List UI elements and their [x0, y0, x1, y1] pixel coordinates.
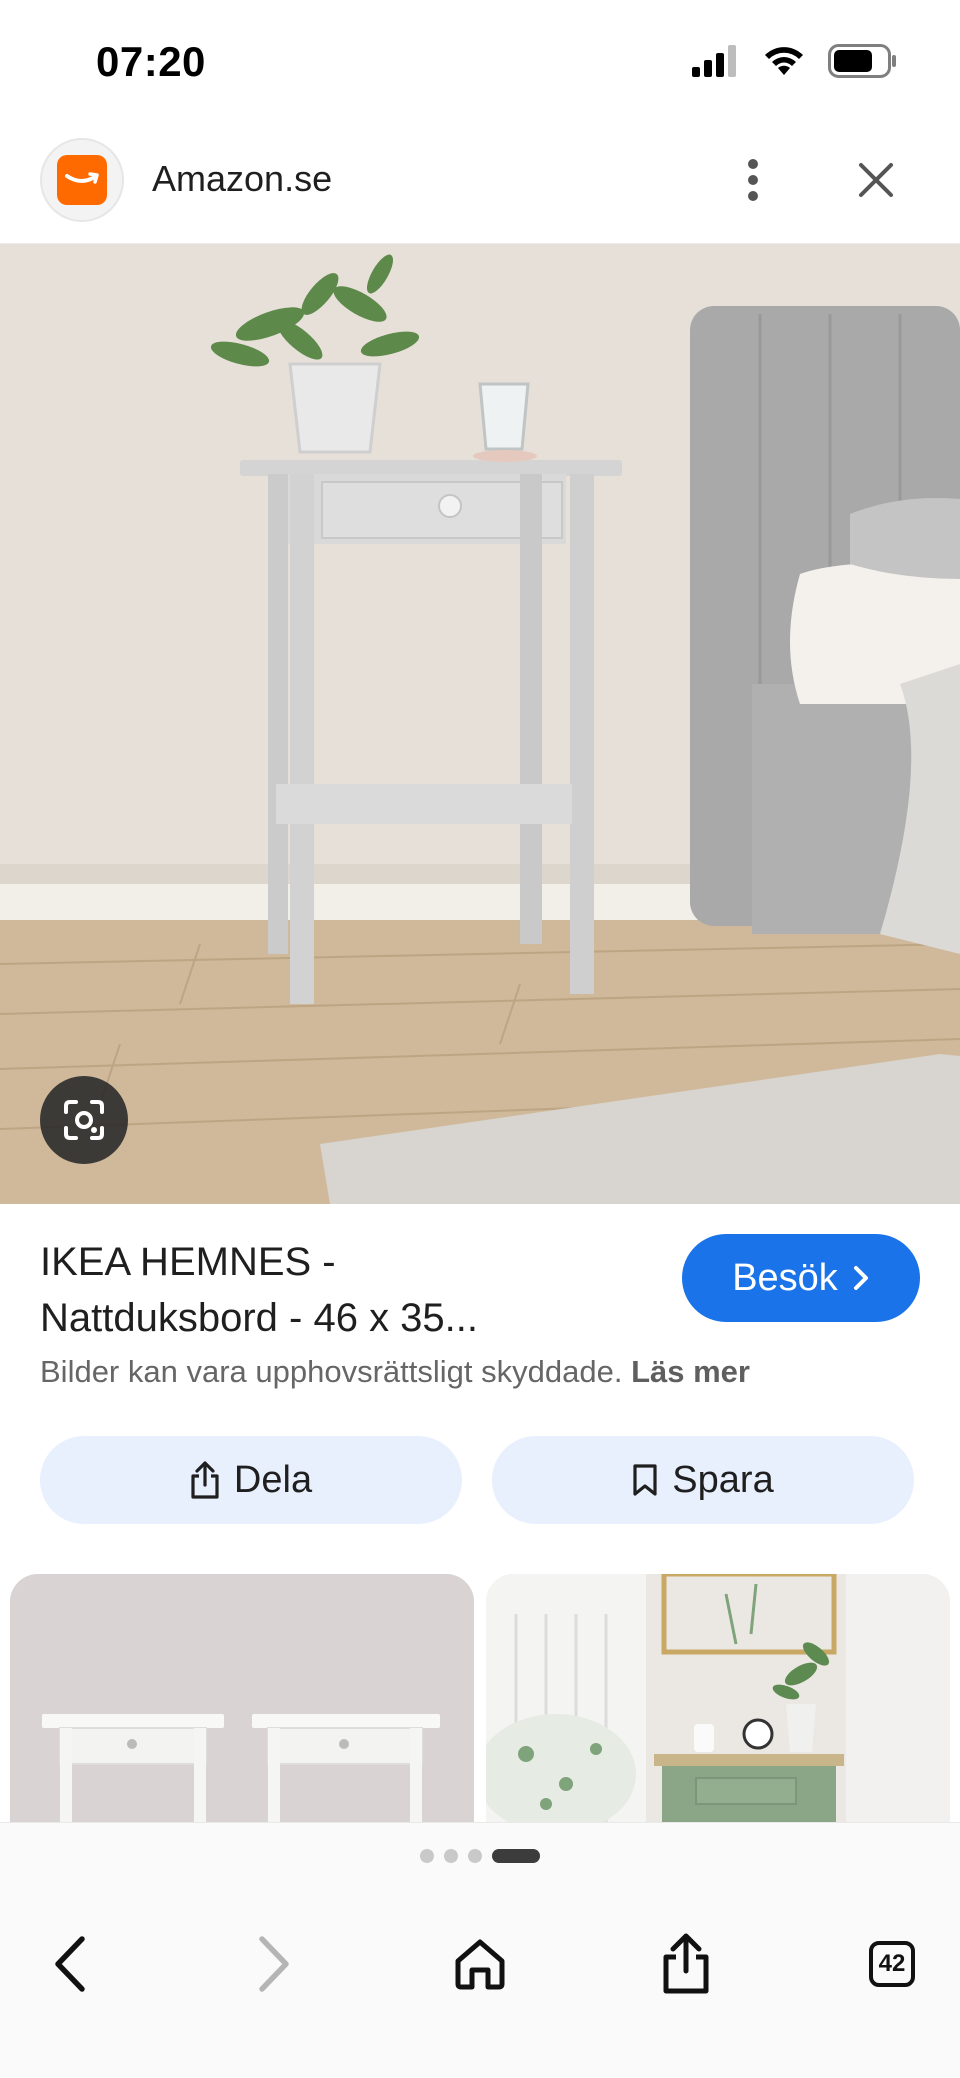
save-button-label: Spara — [672, 1458, 774, 1501]
visit-button-label: Besök — [732, 1256, 838, 1299]
more-vert-icon[interactable] — [728, 150, 778, 210]
page-dot[interactable] — [444, 1849, 458, 1863]
visit-button[interactable]: Besök — [682, 1234, 920, 1322]
signal-icon — [692, 45, 736, 77]
save-button[interactable]: Spara — [492, 1436, 914, 1524]
tabs-button[interactable]: 42 — [842, 1909, 942, 2019]
back-button[interactable] — [20, 1909, 120, 2019]
status-icons — [692, 44, 898, 78]
share-icon — [191, 1461, 219, 1499]
product-title[interactable]: IKEA HEMNES - Nattduksbord - 46 x 35... — [40, 1234, 640, 1346]
related-image-2[interactable] — [486, 1574, 950, 1822]
site-header: Amazon.se — [0, 120, 960, 244]
page-dot[interactable] — [468, 1849, 482, 1863]
battery-icon — [828, 44, 896, 78]
nightstand-scene — [0, 244, 960, 1204]
bookmark-icon — [633, 1464, 657, 1496]
share-button-label: Dela — [233, 1458, 313, 1501]
related-image-2-illustration — [486, 1574, 950, 1822]
browser-nav: 42 — [0, 1909, 960, 2019]
page-dot[interactable] — [420, 1849, 434, 1863]
chevron-right-icon — [853, 1266, 868, 1290]
back-icon — [55, 1936, 85, 1992]
copyright-text: Bilder kan vara upphovsrättsligt skyddad… — [40, 1354, 623, 1389]
forward-icon — [259, 1936, 289, 1992]
share-button[interactable]: Dela — [40, 1436, 462, 1524]
browser-bottom-bar: 42 — [0, 1822, 960, 2078]
page-dot-active[interactable] — [492, 1849, 540, 1863]
product-title-line1: IKEA HEMNES - — [40, 1240, 336, 1284]
forward-button[interactable] — [224, 1909, 324, 2019]
related-image-1-illustration — [10, 1574, 474, 1822]
related-image-1[interactable] — [10, 1574, 474, 1822]
site-favicon — [40, 138, 124, 222]
product-title-line2: Nattduksbord - 46 x 35... — [40, 1296, 479, 1340]
page-indicator — [0, 1849, 960, 1863]
close-icon[interactable] — [846, 150, 906, 210]
wifi-icon — [765, 47, 803, 75]
home-icon — [455, 1939, 505, 1990]
read-more-link[interactable]: Läs mer — [631, 1354, 750, 1389]
home-button[interactable] — [430, 1909, 530, 2019]
share-upload-icon — [663, 1933, 709, 1994]
tabs-icon: 42 — [869, 1941, 915, 1987]
product-image[interactable] — [0, 244, 960, 1204]
lens-icon[interactable] — [40, 1076, 128, 1164]
status-bar: 07:20 — [0, 0, 960, 120]
copyright-notice: Bilder kan vara upphovsrättsligt skyddad… — [40, 1354, 750, 1390]
amazon-logo-icon — [57, 155, 107, 205]
status-time: 07:20 — [96, 38, 206, 85]
site-name[interactable]: Amazon.se — [152, 158, 332, 200]
share-page-button[interactable] — [636, 1909, 736, 2019]
